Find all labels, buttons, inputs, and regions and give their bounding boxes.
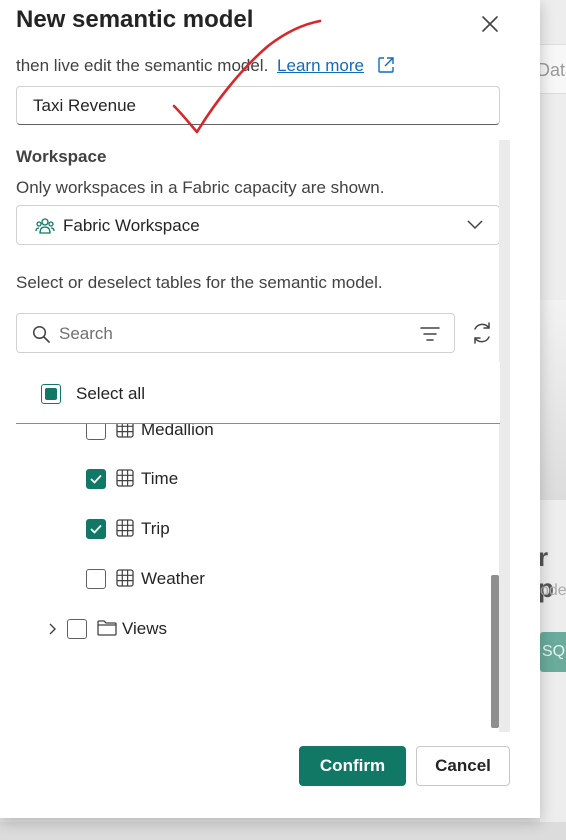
tables-hint: Select or deselect tables for the semant… — [16, 273, 383, 292]
table-icon — [116, 519, 134, 537]
external-link-icon[interactable] — [377, 56, 395, 74]
workspace-hint: Only workspaces in a Fabric capacity are… — [16, 178, 385, 197]
select-all-row[interactable]: Select all — [16, 362, 500, 424]
background-subtext: ode — [540, 582, 566, 599]
folder-icon — [97, 620, 117, 636]
dialog-description: then live edit the semantic model. Learn… — [16, 56, 395, 76]
workspace-dropdown[interactable]: Fabric Workspace — [16, 205, 500, 245]
select-all-checkbox[interactable] — [41, 384, 61, 404]
search-input[interactable]: Search — [59, 324, 113, 344]
checkmark-icon — [90, 524, 102, 534]
trip-checkbox[interactable] — [86, 519, 106, 539]
views-checkbox[interactable] — [67, 619, 87, 639]
filter-icon[interactable] — [420, 326, 440, 342]
table-search-box[interactable]: Search — [16, 313, 455, 353]
scrollbar-thumb[interactable] — [491, 575, 499, 728]
workspace-dropdown-value: Fabric Workspace — [63, 216, 200, 235]
table-tree: Select all Medallion Time Trip Weather V… — [16, 362, 500, 732]
semantic-model-name-input[interactable]: Taxi Revenue — [16, 86, 500, 125]
bottom-strip — [0, 822, 566, 840]
chevron-right-icon[interactable] — [48, 623, 58, 635]
time-label: Time — [141, 469, 179, 488]
cancel-button[interactable]: Cancel — [416, 746, 510, 786]
workspace-people-icon — [35, 218, 55, 234]
checkmark-icon — [90, 474, 102, 484]
select-all-label: Select all — [76, 384, 145, 403]
close-icon — [482, 16, 498, 32]
search-icon — [32, 325, 50, 343]
views-label: Views — [122, 619, 168, 638]
background-sql-button[interactable]: SQL — [540, 632, 566, 672]
background-card-text: Data — [537, 60, 566, 80]
workspace-label: Workspace — [16, 147, 107, 166]
table-icon — [116, 469, 134, 487]
dialog-title: New semantic model — [16, 6, 254, 33]
background-illustration — [540, 300, 566, 500]
table-icon — [116, 569, 134, 587]
trip-label: Trip — [141, 519, 170, 538]
description-text: then live edit the semantic model. — [16, 56, 269, 75]
weather-checkbox[interactable] — [86, 569, 106, 589]
confirm-button[interactable]: Confirm — [299, 746, 406, 786]
learn-more-link[interactable]: Learn more — [277, 56, 364, 75]
new-semantic-model-dialog: New semantic model then live edit the se… — [0, 0, 540, 818]
scrollbar-track[interactable] — [499, 140, 510, 732]
refresh-icon[interactable] — [470, 320, 494, 346]
close-button[interactable] — [476, 10, 504, 38]
chevron-down-icon — [467, 220, 483, 230]
time-checkbox[interactable] — [86, 469, 106, 489]
weather-label: Weather — [141, 569, 205, 588]
